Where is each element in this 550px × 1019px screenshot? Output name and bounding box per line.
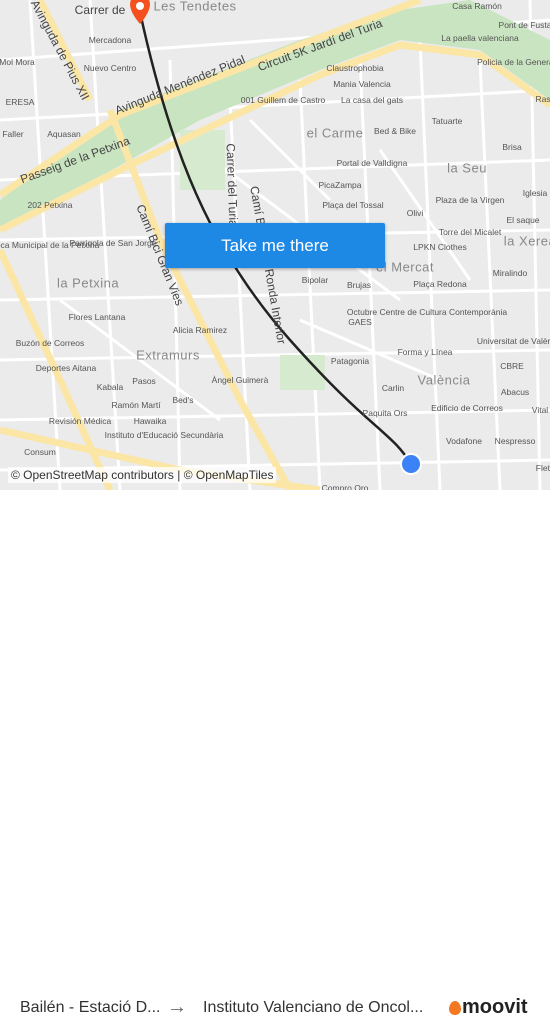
map-label: Patagonia bbox=[330, 356, 370, 366]
map-label: Faller bbox=[2, 129, 24, 139]
map-label: Nespresso bbox=[494, 436, 536, 446]
map-label: Mania Valencia bbox=[333, 79, 391, 89]
map-label: PicaZampa bbox=[318, 180, 362, 190]
moovit-wordmark: moovit bbox=[462, 996, 528, 1018]
take-me-there-button[interactable]: Take me there bbox=[165, 223, 385, 268]
map-label: Revisión Médica bbox=[48, 416, 112, 426]
map-label: Pont de Fusta bbox=[498, 20, 550, 30]
map-label: Bed's bbox=[172, 395, 194, 405]
map-label: Mol Mora bbox=[0, 57, 35, 67]
map-label: Carlin bbox=[381, 383, 405, 393]
origin-marker-icon[interactable] bbox=[130, 0, 150, 24]
map-label: Compro Oro bbox=[321, 483, 369, 490]
map-label: Tatuarte bbox=[431, 116, 463, 126]
map-label: la Xerea bbox=[503, 233, 550, 249]
moovit-logo[interactable]: moovit bbox=[449, 996, 528, 1019]
map-label: Deportes Aitana bbox=[35, 363, 97, 373]
map-label: Extramurs bbox=[136, 347, 200, 363]
destination-marker-icon[interactable] bbox=[400, 453, 422, 475]
origin-name: Bailén - Estació D... bbox=[20, 999, 161, 1016]
map-label: Bed & Bike bbox=[373, 126, 417, 136]
map-label: Olivi bbox=[406, 208, 424, 218]
map-label: Hawaika bbox=[133, 416, 167, 426]
map-label: LPKN Clothes bbox=[413, 242, 467, 252]
map-label: Consum bbox=[24, 447, 56, 457]
map-label: Policia de la Generalitat bbox=[477, 57, 550, 67]
map-label: Brisa bbox=[502, 142, 522, 152]
moovit-pin-icon bbox=[449, 1000, 461, 1015]
map-label: Carrer del Turia bbox=[223, 143, 241, 227]
map-label: Casa Ramón bbox=[452, 1, 502, 11]
map-label: Buzón de Correos bbox=[15, 338, 85, 348]
map-label: 001 Guillem de Castro bbox=[240, 95, 326, 105]
map-label: Alicia Ramirez bbox=[172, 325, 228, 335]
map-label: Abacus bbox=[500, 387, 530, 397]
arrow-right-icon: → bbox=[167, 996, 187, 1018]
map-label: Plaza de la Virgen bbox=[435, 195, 505, 205]
map-label: Vital bbox=[531, 405, 549, 415]
map-label: Ramón Martí bbox=[111, 400, 161, 410]
map-label: Forma y Línea bbox=[397, 347, 453, 357]
map-label: la Seu bbox=[447, 160, 487, 176]
map-label: Ras bbox=[535, 94, 550, 104]
map-label: Edificio de Correos bbox=[431, 403, 503, 413]
map-label: Fletx bbox=[535, 463, 550, 473]
map-label: Paquita Ors bbox=[362, 408, 408, 418]
map-label: Àngel Guimerà bbox=[211, 375, 269, 385]
footer: Bailén - Estació D... → Instituto Valenc… bbox=[0, 490, 550, 1018]
map-label: Nuevo Centro bbox=[83, 63, 137, 73]
destination-name: Instituto Valenciano de Oncol... bbox=[203, 999, 424, 1016]
map-label: El saque bbox=[506, 215, 540, 225]
map-label: Bipolar bbox=[301, 275, 329, 285]
map-label: Aquasan bbox=[47, 129, 81, 139]
map-label: Instituto d'Educació Secundària bbox=[104, 430, 224, 440]
map-label: La paella valenciana bbox=[441, 33, 519, 43]
map[interactable]: Carrer de Mercadona Nuevo Centro Avinguda M… bbox=[0, 0, 550, 490]
map-label: Carrer de bbox=[74, 3, 126, 17]
map-label: CBRE bbox=[500, 361, 524, 371]
map-label: Torre del Micalet bbox=[438, 227, 502, 237]
map-label: Portal de Valldigna bbox=[336, 158, 408, 168]
map-label: València bbox=[417, 372, 471, 388]
map-label: Mercadona bbox=[88, 35, 132, 45]
map-label: Flores Lantana bbox=[68, 312, 126, 322]
map-label: Claustrophobia bbox=[326, 63, 384, 73]
map-label: Universitat de València bbox=[476, 336, 550, 346]
map-label: Kabala bbox=[96, 382, 124, 392]
map-label: Vodafone bbox=[446, 436, 482, 446]
map-label: Miralindo bbox=[492, 268, 528, 278]
map-attribution[interactable]: © OpenStreetMap contributors | © OpenMap… bbox=[8, 467, 277, 483]
map-label: La casa del gats bbox=[341, 95, 403, 105]
map-label: GAES bbox=[348, 317, 372, 327]
map-label: Iglesia bbox=[522, 188, 548, 198]
map-label: 202 Petxina bbox=[27, 200, 73, 210]
map-label: el Carme bbox=[306, 125, 364, 141]
map-label: Biblioteca Municipal de la Petxina bbox=[0, 240, 100, 250]
map-label: Octubre Centre de Cultura Contemporània bbox=[346, 307, 508, 317]
map-label: ERESA bbox=[5, 97, 35, 107]
map-label: la Petxina bbox=[56, 275, 120, 291]
map-label: Pasos bbox=[132, 376, 156, 386]
map-label: Brujas bbox=[346, 280, 372, 290]
map-label: Les Tendetes bbox=[153, 0, 237, 14]
map-label: Plaça del Tossal bbox=[322, 200, 384, 210]
map-label: Plaça Redona bbox=[413, 279, 467, 289]
